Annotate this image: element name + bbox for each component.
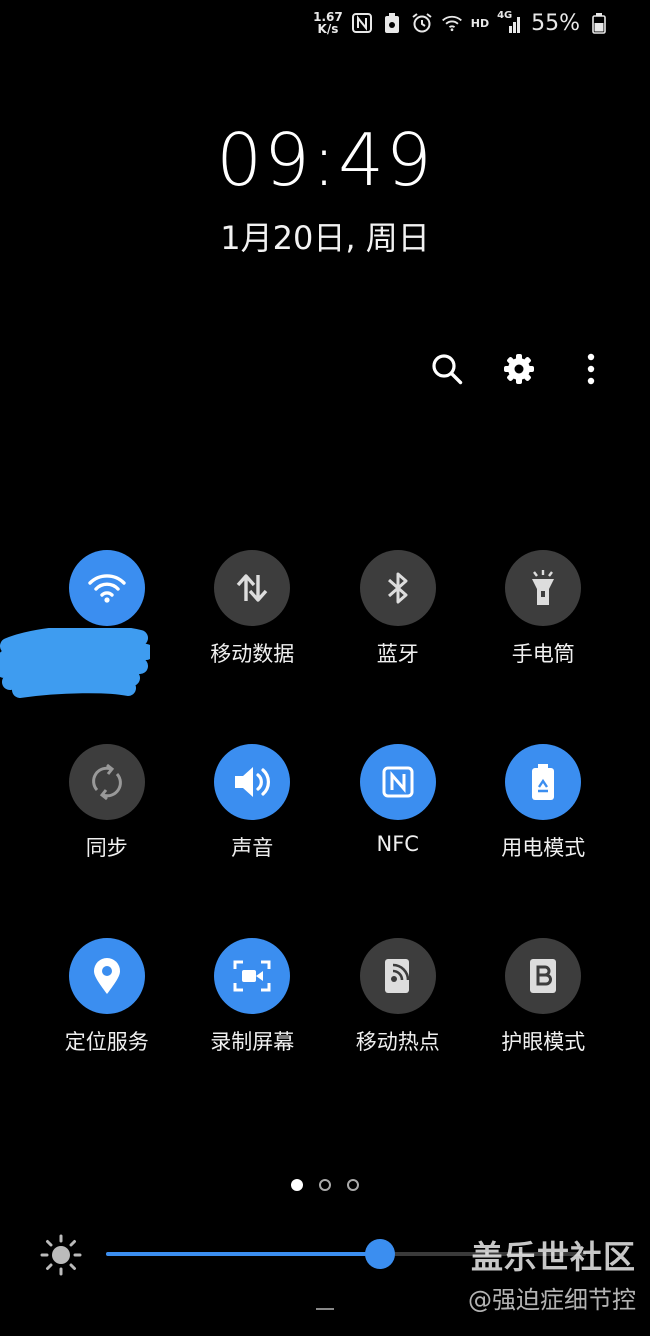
tile-nfc-label: NFC [376, 832, 419, 856]
clock-date: 1月20日, 周日 [220, 219, 430, 257]
tile-sync-toggle[interactable] [68, 744, 145, 820]
tile-sync-label: 同步 [85, 836, 128, 860]
tile-mobile-data[interactable]: 移动数据 [180, 550, 326, 668]
tile-power-mode-toggle[interactable] [505, 744, 582, 820]
bluetooth-icon [387, 572, 408, 604]
tile-power-mode-label: 用电模式 [501, 836, 586, 860]
tile-hotspot-toggle[interactable] [359, 938, 436, 1014]
battery-saver-icon [381, 12, 403, 34]
tile-power-mode[interactable]: 用电模式 [471, 744, 617, 862]
brightness-slider-thumb[interactable] [364, 1239, 395, 1269]
search-icon [432, 354, 463, 385]
more-icon [587, 353, 595, 385]
tile-screen-record-toggle[interactable] [214, 938, 291, 1014]
alarm-icon [411, 12, 433, 34]
more-options-button[interactable] [572, 350, 610, 388]
tile-location-label: 定位服务 [64, 1030, 149, 1054]
tile-bluetooth-toggle[interactable] [359, 550, 436, 626]
eye-comfort-icon [530, 959, 557, 993]
brightness-sun-icon [40, 1234, 82, 1276]
tile-screen-record-label: 录制屏幕 [210, 1030, 295, 1054]
tile-flashlight-toggle[interactable] [505, 550, 582, 626]
navigation-handle[interactable] [316, 1308, 334, 1310]
page-dot-1[interactable] [291, 1179, 303, 1191]
tile-wifi-toggle[interactable] [68, 550, 145, 626]
battery-recycle-icon [532, 764, 555, 800]
signal-4g-icon: 4G [497, 10, 523, 34]
wifi-icon [88, 574, 126, 603]
tile-sound-label: 声音 [231, 836, 274, 860]
tile-wifi[interactable] [0, 550, 180, 698]
data-arrows-icon [236, 574, 268, 602]
tile-eye-comfort-label: 护眼模式 [501, 1030, 586, 1054]
tile-mobile-data-label: 移动数据 [210, 642, 295, 666]
status-bar: 1.67 K/s HD 4G 55% [313, 6, 610, 40]
search-button[interactable] [428, 350, 466, 388]
tile-bluetooth[interactable]: 蓝牙 [325, 550, 471, 668]
tile-eye-comfort[interactable]: 护眼模式 [471, 938, 617, 1056]
sync-icon [91, 763, 122, 801]
network-type-label: 4G [497, 10, 513, 21]
tile-sound-toggle[interactable] [214, 744, 291, 820]
network-speed: 1.67 K/s [313, 11, 343, 35]
tile-nfc[interactable]: NFC [325, 744, 471, 862]
tile-sync[interactable]: 同步 [34, 744, 180, 862]
wifi-icon [441, 12, 463, 34]
network-speed-unit: K/s [317, 22, 339, 36]
tile-location-toggle[interactable] [68, 938, 145, 1014]
location-pin-icon [93, 958, 120, 994]
panel-actions [428, 350, 610, 388]
hd-icon: HD [470, 16, 490, 30]
tile-eye-comfort-toggle[interactable] [505, 938, 582, 1014]
tile-hotspot-label: 移动热点 [355, 1030, 440, 1054]
tile-flashlight[interactable]: 手电筒 [471, 550, 617, 668]
clock-time: 09:49 [216, 118, 434, 202]
tile-location[interactable]: 定位服务 [34, 938, 180, 1056]
tile-sound[interactable]: 声音 [180, 744, 326, 862]
screen-record-icon [233, 960, 271, 992]
page-indicator [0, 1179, 650, 1191]
nfc-icon [351, 12, 373, 34]
quick-settings-grid: 移动数据 蓝牙 手电筒 同步 声音 NFC 用电模式 定位服务 录制屏幕 移动热… [0, 550, 617, 1056]
nfc-icon [382, 766, 414, 798]
battery-percent: 55% [531, 10, 580, 36]
tile-screen-record[interactable]: 录制屏幕 [180, 938, 326, 1056]
watermark-subtitle: @强迫症细节控 [468, 1286, 636, 1314]
volume-icon [235, 767, 271, 797]
tile-flashlight-label: 手电筒 [511, 642, 575, 666]
watermark-title: 盖乐世社区 [470, 1238, 636, 1276]
brightness-slider-fill [106, 1252, 380, 1256]
page-dot-3[interactable] [347, 1179, 359, 1191]
tile-nfc-toggle[interactable] [359, 744, 436, 820]
settings-button[interactable] [500, 350, 538, 388]
tile-hotspot[interactable]: 移动热点 [325, 938, 471, 1056]
battery-icon [588, 12, 610, 34]
flashlight-icon [532, 570, 555, 605]
settings-icon [504, 354, 534, 384]
page-dot-2[interactable] [319, 1179, 331, 1191]
redaction-scribble [0, 628, 150, 698]
tile-mobile-data-toggle[interactable] [214, 550, 291, 626]
hotspot-icon [384, 959, 410, 993]
tile-bluetooth-label: 蓝牙 [376, 642, 419, 666]
